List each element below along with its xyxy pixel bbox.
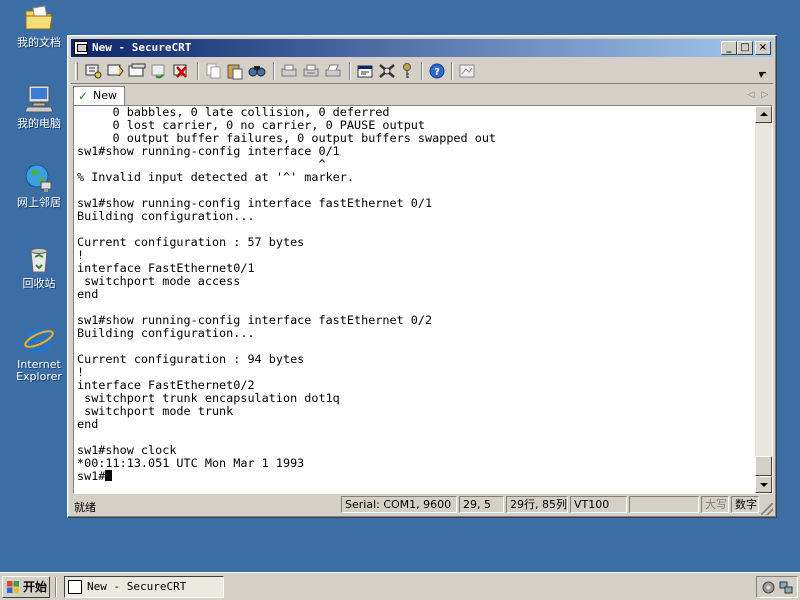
terminal-prompt-line: sw1#	[77, 470, 756, 483]
task-label: New - SecureCRT	[87, 580, 187, 593]
session-tabbar: ✓ New ◁ ▷	[71, 86, 773, 105]
taskbar: 开始 New - SecureCRT	[0, 572, 800, 600]
window-title: New - SecureCRT	[92, 41, 192, 54]
scroll-down-button[interactable]	[755, 476, 772, 493]
minimize-button[interactable]: _	[721, 41, 737, 55]
terminal-frame: 0 babbles, 0 late collision, 0 deferred …	[73, 105, 773, 494]
toolbar-separator	[273, 62, 275, 80]
desktop-icon-my-documents[interactable]: 我的文档	[8, 2, 70, 49]
toolbar-overflow-chevron-icon[interactable]: ▁ ▾	[759, 65, 769, 81]
folder-icon	[23, 2, 55, 34]
toolbar-separator	[197, 62, 199, 80]
tray-settings-icon[interactable]	[761, 580, 776, 595]
terminal-line: % Invalid input detected at '^' marker.	[77, 170, 354, 184]
start-label: 开始	[23, 580, 48, 594]
tab-scroll-right-icon[interactable]: ▷	[759, 88, 771, 102]
status-connection: Serial: COM1, 9600	[341, 496, 457, 513]
terminal-prompt: sw1#	[77, 469, 106, 483]
paste-icon[interactable]	[225, 62, 245, 80]
desktop-icon-my-computer[interactable]: 我的电脑	[8, 83, 70, 130]
status-num: 数字	[731, 496, 759, 513]
maximize-button[interactable]: □	[737, 41, 753, 55]
terminal-line: switchport mode trunk	[77, 404, 234, 418]
resize-grip[interactable]	[761, 503, 773, 515]
svg-text:?: ?	[434, 67, 440, 78]
toolbar-separator	[349, 62, 351, 80]
terminal-line: Current configuration : 57 bytes	[77, 235, 305, 249]
toolbar-grip[interactable]	[75, 62, 78, 80]
tab-label: New	[93, 89, 117, 102]
desktop-icon-label: 网上邻居	[17, 196, 61, 209]
help-icon[interactable]: ?	[427, 62, 447, 80]
print-selection-icon[interactable]	[301, 62, 321, 80]
terminal-scrollbar[interactable]	[755, 106, 772, 493]
desktop-icon-network[interactable]: 网上邻居	[8, 162, 70, 209]
scroll-thumb[interactable]	[755, 456, 772, 476]
terminal-cursor	[105, 470, 113, 481]
toolbar-separator	[421, 62, 423, 80]
terminal-line: switchport mode access	[77, 274, 241, 288]
tab-scroll-left-icon[interactable]: ◁	[745, 88, 757, 102]
global-options-icon[interactable]	[377, 62, 397, 80]
key-icon[interactable]	[397, 62, 417, 80]
connected-check-icon: ✓	[78, 89, 89, 103]
terminal-line: Building configuration...	[77, 209, 255, 223]
securecrt-task-icon	[68, 580, 82, 594]
status-ready: 就绪	[74, 501, 96, 514]
desktop-icon-label: 我的电脑	[17, 117, 61, 130]
network-globe-icon	[23, 162, 55, 194]
scroll-up-button[interactable]	[755, 106, 772, 123]
print-icon[interactable]	[279, 62, 299, 80]
desktop-icon-label: 回收站	[22, 277, 56, 290]
desktop-icon-label: 我的文档	[17, 36, 61, 49]
terminal-line: *00:11:13.051 UTC Mon Mar 1 1993	[77, 456, 305, 470]
windows-flag-icon	[6, 580, 20, 594]
printer-setup-icon[interactable]	[323, 62, 343, 80]
securecrt-app-icon	[74, 41, 88, 55]
toolbar: ? ▁ ▾	[71, 58, 773, 84]
quick-connect-icon[interactable]	[105, 62, 125, 80]
terminal-line: end	[77, 287, 99, 301]
tab-new[interactable]: ✓ New	[73, 86, 125, 105]
desktop-icon-recycle-bin[interactable]: 回收站	[8, 243, 70, 290]
status-caps: 大写	[701, 496, 729, 513]
taskbar-separator	[55, 577, 57, 597]
connect-tab-icon[interactable]	[127, 62, 147, 80]
desktop-icon-internet-explorer[interactable]: Internet Explorer	[8, 324, 70, 383]
find-icon[interactable]	[247, 62, 267, 80]
copy-icon[interactable]	[203, 62, 223, 80]
system-tray	[756, 576, 798, 598]
securecrt-window: New - SecureCRT _ □ × ? ▁ ▾ ✓ New ◁ ▷ 0 …	[67, 35, 777, 518]
close-button[interactable]: ×	[755, 41, 771, 55]
desktop-icon-label: Internet Explorer	[16, 358, 62, 383]
toolbar-separator	[451, 62, 453, 80]
start-button[interactable]: 开始	[2, 576, 50, 598]
terminal-output[interactable]: 0 babbles, 0 late collision, 0 deferred …	[77, 106, 756, 491]
tray-network-icon[interactable]	[779, 580, 794, 595]
statusbar: 就绪 Serial: COM1, 9600 29, 5 29行, 85列 VT1…	[71, 495, 773, 515]
status-cursor-pos: 29, 5	[459, 496, 504, 513]
map-keys-icon[interactable]	[457, 62, 477, 80]
status-emulation: VT100	[570, 496, 627, 513]
status-blank	[629, 496, 699, 513]
status-size: 29行, 85列	[506, 496, 568, 513]
terminal-line: end	[77, 417, 99, 431]
recycle-bin-icon	[23, 243, 55, 275]
session-options-icon[interactable]	[355, 62, 375, 80]
terminal-line: Building configuration...	[77, 326, 255, 340]
reconnect-icon[interactable]	[149, 62, 169, 80]
terminal-line: Current configuration : 94 bytes	[77, 352, 305, 366]
computer-icon	[23, 83, 55, 115]
disconnect-icon[interactable]	[171, 62, 191, 80]
window-titlebar[interactable]: New - SecureCRT _ □ ×	[71, 39, 773, 57]
taskbar-item-securecrt[interactable]: New - SecureCRT	[64, 576, 224, 598]
connect-icon[interactable]	[83, 62, 103, 80]
internet-explorer-icon	[23, 324, 55, 356]
